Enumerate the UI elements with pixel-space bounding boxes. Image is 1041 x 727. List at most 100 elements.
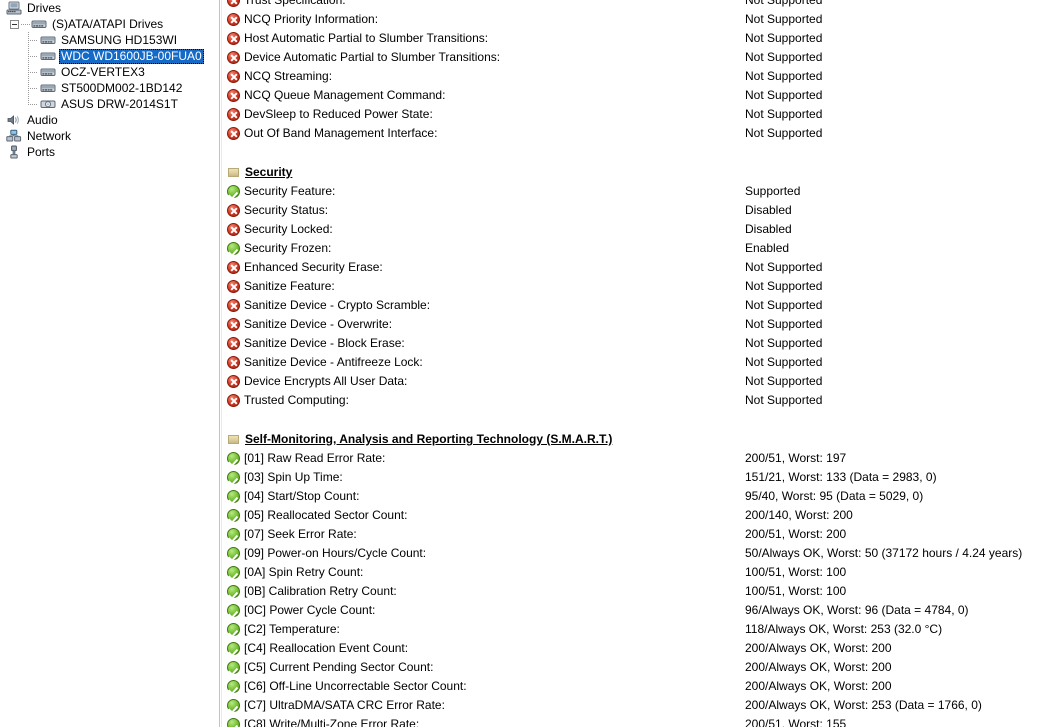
status-supported-icon <box>227 185 240 198</box>
status-supported-icon <box>227 528 240 541</box>
tree-item-network[interactable]: Network <box>0 128 219 144</box>
detail-row-label: Enhanced Security Erase: <box>244 260 383 274</box>
tree-item-label: Network <box>27 128 72 143</box>
status-not-supported-icon <box>227 356 240 369</box>
detail-row-value: Disabled <box>745 222 792 236</box>
detail-row-label: Device Encrypts All User Data: <box>244 374 408 388</box>
detail-row: NCQ Queue Management Command: Not Support… <box>222 86 1041 105</box>
cross-circle-icon <box>227 375 240 388</box>
detail-row-value: Not Supported <box>745 317 823 331</box>
tree-item-audio[interactable]: Audio <box>0 112 219 128</box>
status-supported-icon <box>227 490 240 503</box>
detail-row: Sanitize Device - Block Erase: Not Suppor… <box>222 334 1041 353</box>
network-icon <box>6 129 22 142</box>
check-circle-icon <box>227 528 240 541</box>
details-list: Trust Specification: Not Supported NCQ Pri… <box>222 0 1041 727</box>
tree-connector-line <box>21 23 31 25</box>
tree-item-ports[interactable]: Ports <box>0 144 219 160</box>
status-supported-icon <box>227 699 240 712</box>
detail-row-label: [C6] Off-Line Uncorrectable Sector Count… <box>244 679 467 693</box>
status-not-supported-icon <box>227 394 240 407</box>
cross-circle-icon <box>227 51 240 64</box>
status-not-supported-icon <box>227 0 240 7</box>
cross-circle-icon <box>227 337 240 350</box>
tree-item-ocz-vertex3[interactable]: OCZ-VERTEX3 <box>0 64 219 80</box>
detail-row: Trusted Computing: Not Supported <box>222 391 1041 410</box>
tree-connector-line <box>26 80 40 96</box>
tree-item-label: SAMSUNG HD153WI <box>61 32 178 47</box>
detail-row: Security Status: Disabled <box>222 201 1041 220</box>
detail-row-value: Not Supported <box>745 12 823 26</box>
check-circle-icon <box>227 490 240 503</box>
drive-details-panel[interactable]: Trust Specification: Not Supported NCQ Pri… <box>222 0 1041 727</box>
status-not-supported-icon <box>227 280 240 293</box>
detail-row-label: Sanitize Feature: <box>244 279 335 293</box>
check-circle-icon <box>227 509 240 522</box>
cross-circle-icon <box>227 127 240 140</box>
detail-row-value: Not Supported <box>745 31 823 45</box>
section-marker-icon <box>228 434 239 444</box>
detail-row-value: 200/Always OK, Worst: 200 <box>745 679 892 693</box>
detail-row: [C4] Reallocation Event Count: 200/Always… <box>222 639 1041 658</box>
tree-item-st500dm002-1bd142[interactable]: ST500DM002-1BD142 <box>0 80 219 96</box>
detail-row: [C6] Off-Line Uncorrectable Sector Count… <box>222 677 1041 696</box>
detail-row-value: 200/Always OK, Worst: 200 <box>745 641 892 655</box>
detail-row-label: Sanitize Device - Antifreeze Lock: <box>244 355 423 369</box>
tree-connector-line <box>26 64 40 80</box>
detail-row: NCQ Streaming: Not Supported <box>222 67 1041 86</box>
detail-row-label: Sanitize Device - Overwrite: <box>244 317 393 331</box>
detail-row-label: Security Feature: <box>244 184 336 198</box>
detail-row-value: Not Supported <box>745 355 823 369</box>
check-circle-icon <box>227 623 240 636</box>
check-circle-icon <box>227 680 240 693</box>
tree-item-drives[interactable]: Drives <box>0 0 219 16</box>
status-not-supported-icon <box>227 89 240 102</box>
tree-item-label: Ports <box>27 144 56 159</box>
detail-row-value: 100/51, Worst: 100 <box>745 584 847 598</box>
tree-connector-line <box>26 32 40 48</box>
hdd-icon <box>40 36 56 44</box>
detail-row-label: NCQ Queue Management Command: <box>244 88 446 102</box>
detail-row-label: Security Status: <box>244 203 329 217</box>
tree-expander-collapse-icon[interactable] <box>10 19 19 29</box>
detail-row-label: [0C] Power Cycle Count: <box>244 603 376 617</box>
check-circle-icon <box>227 471 240 484</box>
speaker-icon <box>7 115 19 125</box>
tree-item-asus-drw-2014s1t[interactable]: ASUS DRW-2014S1T <box>0 96 219 112</box>
tree-item-samsung-hd153wi[interactable]: SAMSUNG HD153WI <box>0 32 219 48</box>
detail-row-label: [C7] UltraDMA/SATA CRC Error Rate: <box>244 698 445 712</box>
detail-row-label: [07] Seek Error Rate: <box>244 527 357 541</box>
detail-row: [04] Start/Stop Count: 95/40, Worst: 95 (… <box>222 487 1041 506</box>
detail-row-value: Not Supported <box>745 279 823 293</box>
check-circle-icon <box>227 661 240 674</box>
detail-row: Sanitize Device - Crypto Scramble: Not Su… <box>222 296 1041 315</box>
status-supported-icon <box>227 452 240 465</box>
tree-item-label: ST500DM002-1BD142 <box>61 80 183 95</box>
detail-row-label: [C2] Temperature: <box>244 622 340 636</box>
detail-row-label: [C4] Reallocation Event Count: <box>244 641 409 655</box>
detail-row-label: Security Frozen: <box>244 241 332 255</box>
cross-circle-icon <box>227 13 240 26</box>
status-supported-icon <box>227 604 240 617</box>
detail-row: Sanitize Device - Overwrite: Not Supporte… <box>222 315 1041 334</box>
device-tree-panel[interactable]: Drives (S)ATA/ATAPI Drives SAMSUNG HD153WI… <box>0 0 219 727</box>
status-not-supported-icon <box>227 318 240 331</box>
detail-row: [01] Raw Read Error Rate: 200/51, Worst: … <box>222 449 1041 468</box>
status-supported-icon <box>227 547 240 560</box>
tree-item-s-ata-atapi-drives[interactable]: (S)ATA/ATAPI Drives <box>0 16 219 32</box>
check-circle-icon <box>227 566 240 579</box>
tree-item-wdc-wd1600jb-00fua0[interactable]: WDC WD1600JB-00FUA0 <box>0 48 219 64</box>
detail-row: Sanitize Device - Antifreeze Lock: Not Su… <box>222 353 1041 372</box>
detail-row-value: Not Supported <box>745 88 823 102</box>
section-title: Security <box>245 165 293 179</box>
usb-port-icon <box>10 145 18 159</box>
cross-circle-icon <box>227 318 240 331</box>
detail-row: Sanitize Feature: Not Supported <box>222 277 1041 296</box>
detail-row: [C5] Current Pending Sector Count: 200/Al… <box>222 658 1041 677</box>
detail-row-value: 118/Always OK, Worst: 253 (32.0 °C) <box>745 622 943 636</box>
detail-row-label: [0B] Calibration Retry Count: <box>244 584 397 598</box>
detail-row: Security Feature: Supported <box>222 182 1041 201</box>
hdd-group-icon <box>31 20 47 28</box>
